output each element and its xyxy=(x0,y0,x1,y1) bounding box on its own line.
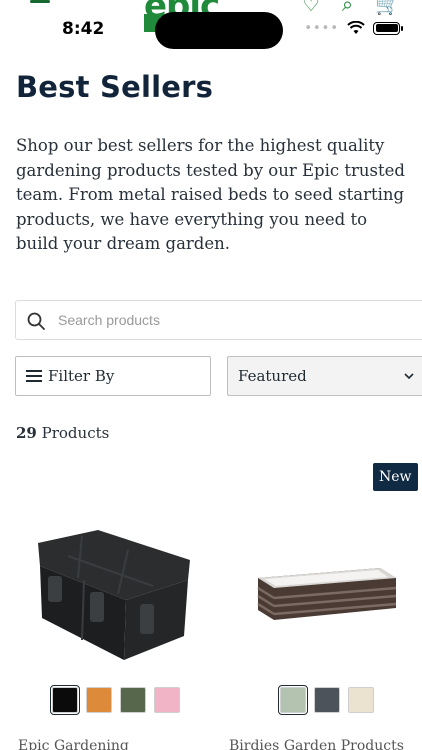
swatch-1[interactable] xyxy=(50,685,80,715)
page-intro: Shop our best sellers for the highest qu… xyxy=(16,136,405,253)
swatch-3[interactable] xyxy=(348,687,374,713)
filter-button[interactable]: Filter By xyxy=(15,356,211,396)
swatch-4[interactable] xyxy=(154,687,180,713)
search-icon xyxy=(27,312,45,330)
search-input[interactable] xyxy=(58,301,398,339)
cart-icon[interactable]: 🛒 xyxy=(375,0,400,16)
search-icon[interactable]: ⌕ xyxy=(342,0,353,16)
new-badge: New xyxy=(373,463,418,491)
chevron-down-icon xyxy=(404,373,414,380)
header-actions: ♡ ⌕ 🛒 xyxy=(302,0,400,16)
color-swatches xyxy=(278,685,374,715)
status-icons: •••• xyxy=(304,20,403,36)
swatch-3[interactable] xyxy=(120,687,146,713)
wifi-icon xyxy=(347,21,365,34)
swatch-2[interactable] xyxy=(86,687,112,713)
top-bar: epic ♡ ⌕ 🛒 8:42 •••• xyxy=(0,0,422,56)
search-bar[interactable] xyxy=(15,300,422,340)
signal-icon: •••• xyxy=(304,20,339,36)
product-image-seed-tray[interactable] xyxy=(28,518,204,668)
battery-icon xyxy=(373,21,403,35)
product-count: 29 Products xyxy=(16,424,109,442)
status-time: 8:42 xyxy=(62,19,105,39)
wishlist-icon[interactable]: ♡ xyxy=(302,0,320,16)
dynamic-island xyxy=(155,12,283,49)
filter-label: Filter By xyxy=(48,367,115,385)
product-vendor[interactable]: Birdies Garden Products xyxy=(229,738,404,750)
swatch-1[interactable] xyxy=(278,685,308,715)
sort-select[interactable]: Featured xyxy=(227,356,422,396)
sort-value: Featured xyxy=(238,367,307,385)
product-count-number: 29 xyxy=(16,424,37,442)
menu-icon[interactable] xyxy=(30,0,50,6)
filter-icon xyxy=(26,370,42,382)
product-count-suffix: Products xyxy=(36,424,110,442)
product-vendor[interactable]: Epic Gardening xyxy=(18,738,129,750)
swatch-2[interactable] xyxy=(314,687,340,713)
color-swatches xyxy=(50,685,180,715)
product-image-raised-bed[interactable] xyxy=(250,558,400,628)
page-title: Best Sellers xyxy=(16,70,214,104)
